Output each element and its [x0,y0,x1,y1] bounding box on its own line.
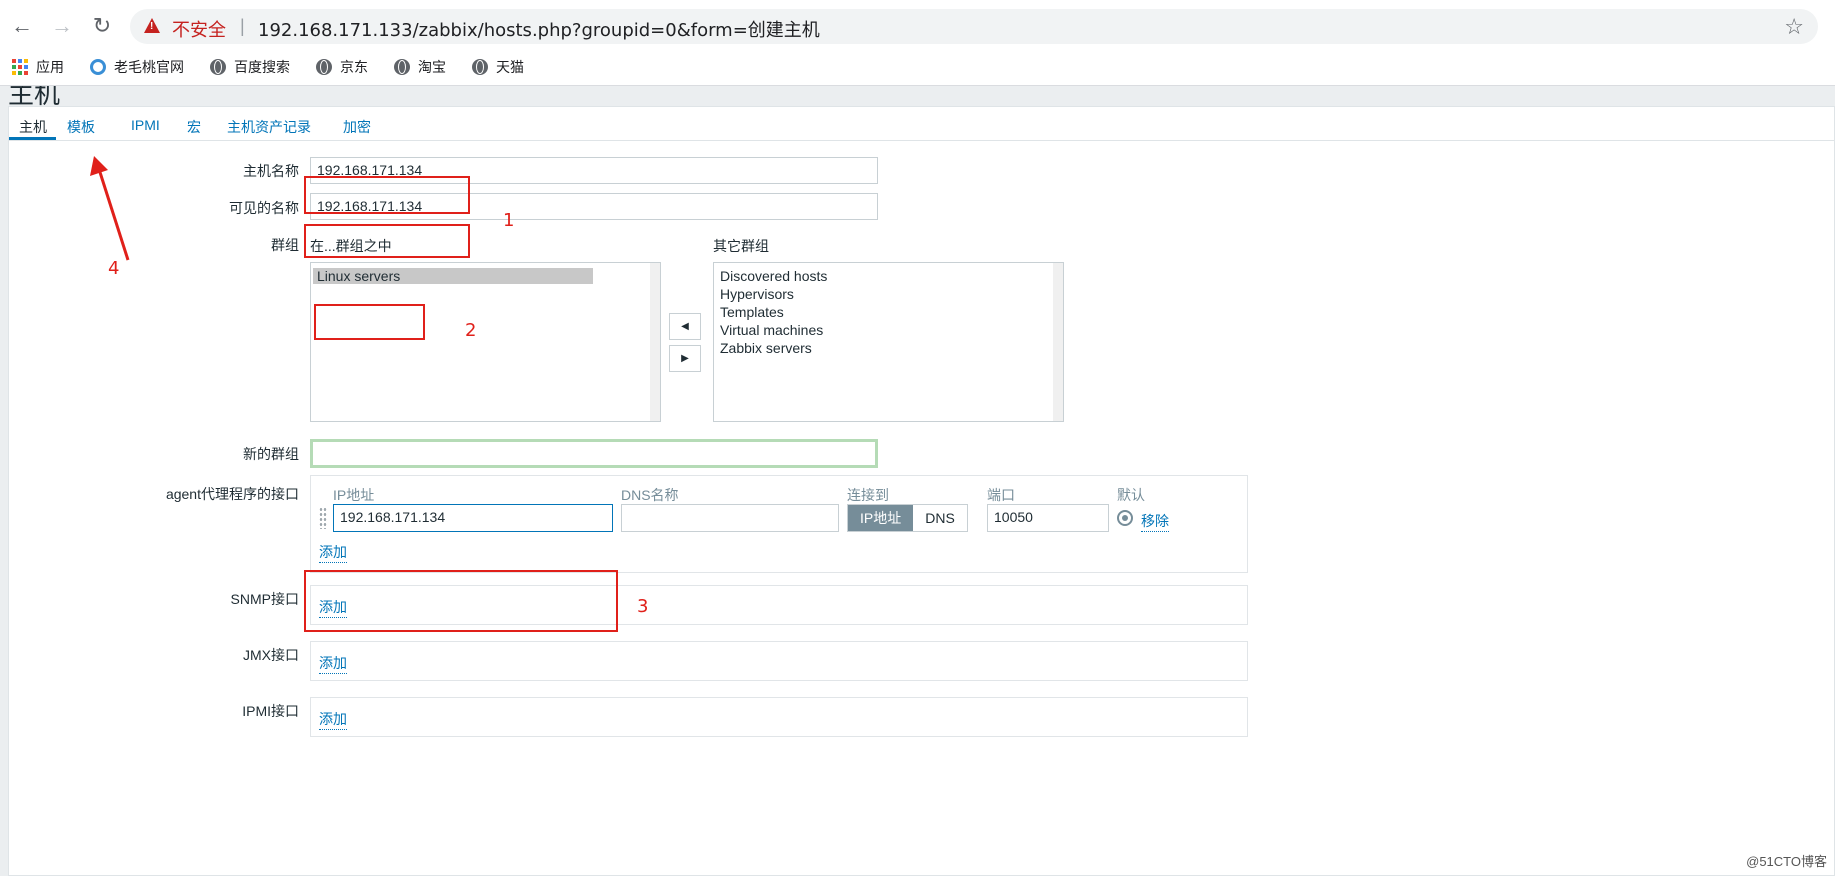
move-left-button[interactable]: ◀ [669,313,701,340]
security-status[interactable]: 不安全 [172,16,226,42]
port-column-header: 端口 [987,487,1015,503]
dns-column-header: DNS名称 [621,487,679,503]
remove-link[interactable]: 移除 [1141,511,1169,532]
arrow-right-icon: ▶ [681,353,689,364]
back-button[interactable]: ← [6,10,38,42]
agent-add-link[interactable]: 添加 [319,542,347,563]
connect-dns-option[interactable]: DNS [913,505,967,531]
apps-grid-icon [12,59,28,75]
laomaotao-icon [90,59,106,75]
bookmark-label: 百度搜索 [234,59,290,75]
annotation-box-hostname [304,176,470,214]
globe-icon [394,59,410,75]
annotation-box-group [314,304,425,340]
list-item[interactable]: Discovered hosts [720,268,827,284]
bookmark-label: 天猫 [496,59,524,75]
tab-bar: 主机 模板 IPMI 宏 主机资产记录 加密 [9,107,1834,141]
jmx-interfaces-box [310,641,1248,681]
tab-encryption[interactable]: 加密 [343,117,371,137]
address-separator: | [240,16,245,36]
forward-button[interactable]: → [46,10,78,42]
bookmark-apps[interactable]: 应用 [12,57,64,77]
agent-ip-input[interactable]: 192.168.171.134 [333,504,613,532]
annotation-number-3: 3 [637,596,649,617]
annotation-arrow-icon [90,156,130,261]
warning-icon [144,18,160,33]
jmx-add-link[interactable]: 添加 [319,653,347,674]
new-group-label: 新的群组 [243,446,299,462]
reload-button[interactable]: ↻ [86,10,118,42]
list-item[interactable]: Templates [720,304,784,320]
tab-inventory[interactable]: 主机资产记录 [227,117,311,137]
page-title: 主机 [8,86,61,106]
address-bar[interactable]: 不安全 | 192.168.171.133/zabbix/hosts.php?g… [130,9,1818,44]
in-groups-listbox[interactable]: Linux servers [310,262,661,422]
browser-toolbar: ← → ↻ 不安全 | 192.168.171.133/zabbix/hosts… [0,0,1835,86]
list-item[interactable]: Linux servers [313,268,593,284]
ipmi-add-link[interactable]: 添加 [319,709,347,730]
annotation-box-visiblename [304,224,470,258]
bookmark-laomaotao[interactable]: 老毛桃官网 [90,57,184,77]
tab-templates[interactable]: 模板 [67,117,95,137]
page-heading-strip: 主机 [8,86,1835,106]
bookmark-tmall[interactable]: 天猫 [472,57,524,77]
annotation-box-agent-ip [304,570,618,632]
jmx-interfaces-label: JMX接口 [243,647,299,663]
ipmi-interfaces-box [310,697,1248,737]
bookmark-label: 应用 [36,59,64,75]
new-group-input[interactable] [310,439,878,468]
tab-host[interactable]: 主机 [19,117,47,137]
globe-icon [316,59,332,75]
agent-interfaces-label: agent代理程序的接口 [165,486,299,502]
default-column-header: 默认 [1117,487,1145,503]
list-item[interactable]: Virtual machines [720,322,823,338]
back-arrow-icon: ← [11,13,33,38]
default-radio[interactable] [1117,510,1133,526]
list-item[interactable]: Zabbix servers [720,340,812,356]
snmp-interfaces-label: SNMP接口 [230,591,299,607]
host-form-panel: 主机 模板 IPMI 宏 主机资产记录 加密 主机名称 192.168.171.… [8,106,1835,876]
connect-to-toggle[interactable]: IP地址 DNS [847,504,968,532]
move-right-button[interactable]: ▶ [669,345,701,372]
bookmarks-bar: 应用 老毛桃官网 百度搜索 京东 淘宝 天猫 [0,52,1835,82]
globe-icon [472,59,488,75]
active-tab-indicator [9,137,56,140]
bookmark-taobao[interactable]: 淘宝 [394,57,446,77]
tab-macros[interactable]: 宏 [187,117,201,137]
other-groups-label: 其它群组 [713,238,769,254]
url-text[interactable]: 192.168.171.133/zabbix/hosts.php?groupid… [258,16,820,42]
watermark: @51CTO博客 [1746,854,1827,869]
connect-ip-option[interactable]: IP地址 [848,505,914,531]
other-groups-listbox[interactable]: Discovered hosts Hypervisors Templates V… [713,262,1064,422]
agent-dns-input[interactable] [621,504,839,532]
agent-port-input[interactable]: 10050 [987,504,1109,532]
ipmi-interfaces-label: IPMI接口 [242,703,299,719]
drag-handle-icon[interactable] [319,507,327,529]
forward-arrow-icon: → [51,13,73,38]
bookmark-baidu[interactable]: 百度搜索 [210,57,290,77]
bookmark-label: 淘宝 [418,59,446,75]
tab-ipmi[interactable]: IPMI [131,117,160,133]
list-item[interactable]: Hypervisors [720,286,794,302]
bookmark-label: 京东 [340,59,368,75]
globe-icon [210,59,226,75]
listbox-scrollbar[interactable] [1053,263,1063,421]
ip-column-header: IP地址 [333,487,375,503]
annotation-number-2: 2 [465,320,477,341]
arrow-left-icon: ◀ [681,321,689,332]
bookmark-star-icon[interactable]: ☆ [1784,14,1804,40]
listbox-scrollbar[interactable] [650,263,660,421]
reload-icon: ↻ [92,13,112,38]
connect-column-header: 连接到 [847,487,889,503]
annotation-number-4: 4 [108,258,120,279]
bookmark-label: 老毛桃官网 [114,59,184,75]
annotation-number-1: 1 [503,210,515,231]
bookmark-jd[interactable]: 京东 [316,57,368,77]
